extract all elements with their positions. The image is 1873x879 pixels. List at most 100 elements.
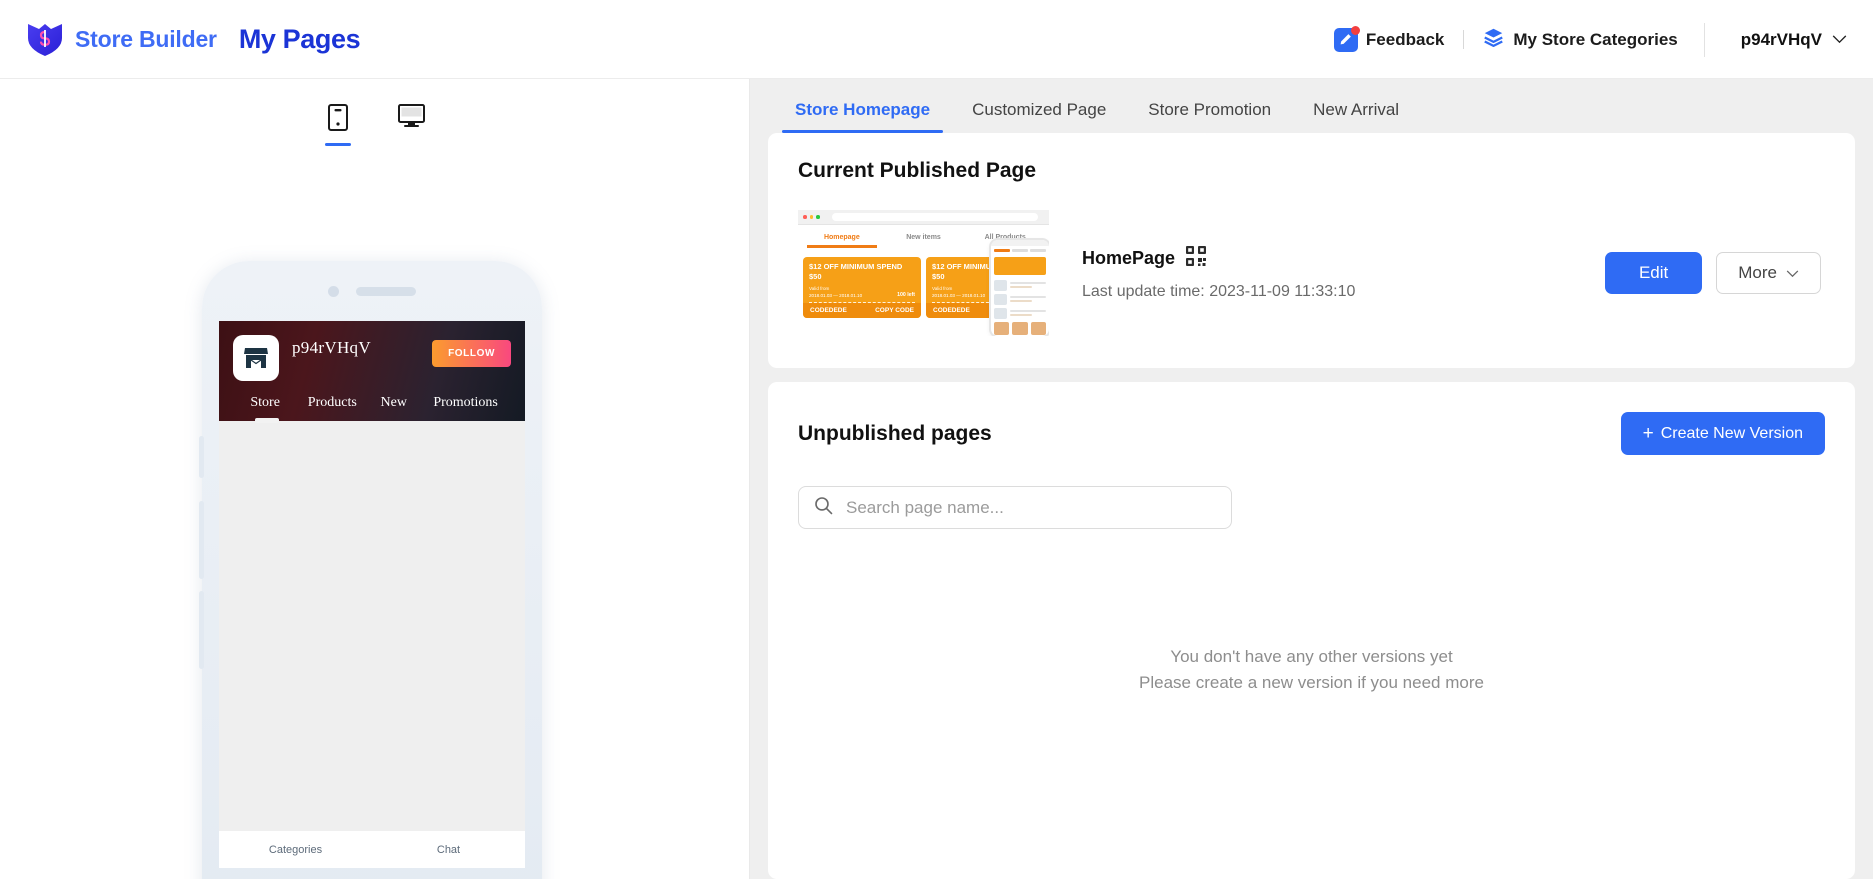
- thumbnail-phone-nav: [991, 246, 1049, 255]
- store-nav-item-store[interactable]: Store: [233, 395, 297, 411]
- device-toggle: [0, 79, 749, 146]
- phone-camera-icon: [328, 285, 339, 297]
- create-new-version-label: Create New Version: [1660, 424, 1803, 442]
- page-tabs: Store Homepage Customized Page Store Pro…: [750, 79, 1873, 133]
- feedback-button[interactable]: Feedback: [1333, 25, 1445, 52]
- layers-icon: [1483, 27, 1504, 53]
- unpublished-pages-card: Unpublished pages + Create New Version Y…: [768, 382, 1855, 879]
- unpublished-pages-header: Unpublished pages + Create New Version: [798, 412, 1825, 455]
- phone-side-button-mute: [199, 436, 204, 478]
- brand-name: Store Builder: [75, 25, 217, 52]
- thumbnail-tab-new-items: New items: [906, 233, 941, 241]
- plus-icon: +: [1642, 423, 1654, 444]
- coupon-valid-range: 2018.01.03 — 2018.01.10: [809, 293, 863, 299]
- pencil-edit-icon: [1333, 25, 1360, 52]
- current-published-page-title: Current Published Page: [798, 159, 1037, 182]
- coupon-left-count: 100 left: [897, 292, 915, 299]
- create-new-version-button[interactable]: + Create New Version: [1620, 412, 1825, 455]
- storefront-icon: [233, 335, 279, 381]
- thumbnail-phone-list: [991, 277, 1049, 322]
- main-layout: p94rVHqV FOLLOW Store Products New Promo…: [0, 79, 1873, 879]
- chevron-down-icon: [1832, 31, 1847, 49]
- published-page-actions: Edit More: [1604, 252, 1821, 294]
- edit-button[interactable]: Edit: [1604, 252, 1703, 294]
- thumbnail-browser-chrome: [798, 210, 1049, 225]
- more-button-label: More: [1738, 263, 1777, 282]
- thumbnail-phone-grid: [991, 321, 1049, 337]
- notification-dot: [1350, 25, 1360, 35]
- header-divider-1: [1463, 30, 1465, 49]
- qr-code-icon[interactable]: [1186, 245, 1207, 271]
- store-nav-item-promotions[interactable]: Promotions: [420, 395, 511, 411]
- phone-notch: [202, 261, 542, 321]
- store-preview-body: [219, 421, 525, 831]
- browser-dot-yellow: [809, 215, 813, 219]
- device-tab-desktop-indicator: [399, 140, 425, 143]
- tab-store-promotion[interactable]: Store Promotion: [1127, 100, 1292, 133]
- store-nav-item-new[interactable]: New: [367, 395, 420, 411]
- unpublished-empty-state: You don't have any other versions yet Pl…: [798, 644, 1825, 697]
- page-title: My Pages: [238, 23, 361, 54]
- coupon-code: CODEDEDE: [810, 307, 847, 315]
- unpublished-pages-title: Unpublished pages: [798, 421, 992, 445]
- phone-side-button-volume-down: [199, 591, 204, 669]
- user-menu[interactable]: p94rVHqV: [1741, 30, 1847, 50]
- empty-state-line-2: Please create a new version if you need …: [1139, 673, 1484, 693]
- published-page-thumbnail[interactable]: Homepage New items All Products $12 OFF …: [798, 210, 1049, 336]
- published-page-name: HomePage: [1082, 247, 1176, 268]
- store-preview-bottom-nav: Categories Chat: [219, 831, 525, 868]
- device-tab-mobile[interactable]: [316, 104, 360, 146]
- store-nav-active-indicator: [255, 418, 279, 423]
- coupon-footer: CODEDEDE COPY CODE: [803, 303, 921, 319]
- content-pane: Store Homepage Customized Page Store Pro…: [750, 79, 1873, 879]
- coupon-title: $12 OFF MINIMUM SPEND $50: [809, 262, 903, 282]
- device-tab-desktop[interactable]: [390, 104, 434, 143]
- chevron-down-icon: [1786, 263, 1799, 283]
- store-bottom-nav-categories[interactable]: Categories: [219, 844, 372, 856]
- published-page-name-row: HomePage: [1082, 245, 1605, 271]
- published-page-row: Homepage New items All Products $12 OFF …: [798, 210, 1825, 336]
- user-name: p94rVHqV: [1740, 29, 1822, 49]
- published-page-last-update: Last update time: 2023-11-09 11:33:10: [1082, 282, 1356, 300]
- header-divider-2: [1703, 22, 1705, 57]
- preview-pane: p94rVHqV FOLLOW Store Products New Promo…: [0, 79, 750, 879]
- browser-dot-green: [816, 215, 820, 219]
- published-page-meta: HomePage Last update time: 2023-11-09 11…: [1082, 245, 1605, 301]
- desktop-monitor-icon: [398, 104, 425, 133]
- tab-customized-page[interactable]: Customized Page: [951, 100, 1127, 133]
- my-store-categories-label: My Store Categories: [1513, 29, 1678, 49]
- current-published-page-card: Current Published Page Homepage New item…: [768, 133, 1855, 368]
- store-bottom-nav-chat[interactable]: Chat: [372, 844, 525, 856]
- phone-speaker: [356, 286, 416, 296]
- phone-screen: p94rVHqV FOLLOW Store Products New Promo…: [219, 321, 525, 868]
- brand[interactable]: Store Builder My Pages: [0, 21, 361, 57]
- thumbnail-tab-homepage: Homepage: [801, 234, 883, 248]
- feedback-label: Feedback: [1365, 29, 1445, 49]
- search-icon: [814, 496, 833, 520]
- tab-store-homepage[interactable]: Store Homepage: [774, 100, 951, 133]
- search-page-field[interactable]: [798, 486, 1232, 529]
- thumbnail-phone-overlay: [991, 240, 1049, 336]
- tab-new-arrival[interactable]: New Arrival: [1292, 100, 1420, 133]
- device-tab-mobile-indicator: [324, 143, 351, 146]
- thumbnail-coupon-1: $12 OFF MINIMUM SPEND $50 Valid from 201…: [803, 257, 921, 319]
- store-preview-header: p94rVHqV FOLLOW Store Products New Promo…: [219, 321, 525, 423]
- browser-url-bar: [831, 213, 1038, 221]
- store-builder-shield-logo-icon: [26, 21, 64, 57]
- search-input[interactable]: [846, 497, 1216, 518]
- store-preview-name: p94rVHqV: [292, 338, 371, 357]
- phone-preview-frame: p94rVHqV FOLLOW Store Products New Promo…: [199, 261, 542, 879]
- store-preview-nav: Store Products New Promotions: [233, 395, 511, 423]
- thumbnail-phone-coupon: [994, 256, 1046, 275]
- store-preview-follow-button[interactable]: FOLLOW: [432, 340, 511, 367]
- my-store-categories-button[interactable]: My Store Categories: [1483, 27, 1678, 53]
- more-button[interactable]: More: [1716, 252, 1821, 294]
- coupon-copy-label: COPY CODE: [875, 307, 914, 315]
- coupon-valid-label: Valid from: [809, 286, 830, 292]
- phone-side-button-volume-up: [199, 501, 204, 579]
- coupon-valid-range: 2018.01.03 — 2018.01.10: [932, 293, 986, 299]
- store-nav-item-products[interactable]: Products: [297, 395, 367, 411]
- coupon-code: CODEDEDE: [933, 307, 970, 315]
- header-actions: Feedback My Store Categories p94rVHqV: [1333, 0, 1873, 79]
- coupon-range-row: 2018.01.03 — 2018.01.10 100 left: [809, 292, 915, 298]
